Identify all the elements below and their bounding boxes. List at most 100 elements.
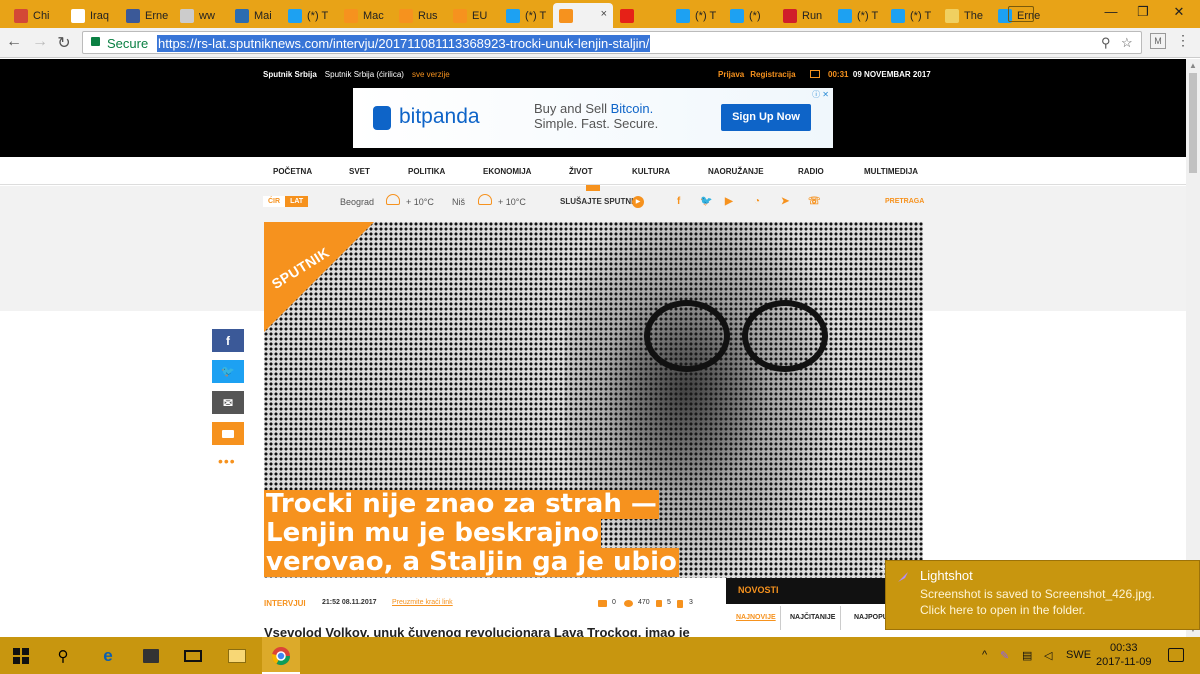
browser-tab-label: Mai [254,9,272,22]
nav-item[interactable]: ŽIVOT [569,167,593,176]
browser-tab[interactable] [614,3,669,28]
edition-label[interactable]: Sputnik Srbija [263,70,317,79]
page-scrollbar[interactable]: ▲ ▼ [1186,59,1200,637]
twitter-icon [676,8,690,23]
short-link[interactable]: Preuzmite kraći link [392,599,453,606]
new-tab-button[interactable] [1008,6,1034,22]
lightshot-notification[interactable]: Lightshot Screenshot is saved to Screens… [885,560,1200,630]
close-window-icon[interactable]: ✕ [1164,4,1194,20]
search-icon[interactable]: ⚲ [52,645,74,667]
nav-item[interactable]: EKONOMIJA [483,167,531,176]
browser-tab[interactable]: (*) [724,3,776,28]
browser-tab[interactable]: × [553,3,613,28]
ad-signup-button[interactable]: Sign Up Now [721,104,811,131]
tab-najpopularnije[interactable]: NAJPOPU [854,614,888,621]
article-hero-image[interactable]: SPUTNIK © Sputnik/ RIA Trocki nije znao … [264,222,923,578]
browser-tab[interactable]: (*) T [670,3,723,28]
nav-item[interactable]: NAORUŽANJE [708,167,764,176]
browser-tab-label: (*) T [525,9,547,22]
rss-icon[interactable]: ◔ [754,196,760,207]
article-category[interactable]: INTERVJUI [264,599,306,608]
browser-tab[interactable]: Erne [120,3,173,28]
browser-tab[interactable]: (*) T [885,3,938,28]
tray-chevron-icon[interactable]: ^ [982,649,987,661]
edge-icon[interactable]: e [97,645,119,667]
register-link[interactable]: Registracija [750,70,795,79]
search-link[interactable]: PRETRAGA [885,198,924,205]
browser-tab[interactable]: Mac [338,3,392,28]
tab-najnovije[interactable]: NAJNOVIJE [736,614,776,621]
ad-line1-highlight: Bitcoin. [610,101,654,116]
reload-icon[interactable]: ↻ [54,33,74,53]
views-icon [624,600,633,607]
chrome-menu-icon[interactable]: ⋮ [1176,32,1190,49]
facebook-icon[interactable]: f [677,196,680,207]
shares-icon [677,600,683,608]
extension-icon[interactable]: M [1150,33,1166,49]
chrome-icon[interactable] [270,645,292,667]
zoom-icon[interactable]: ⚲ [1101,35,1111,51]
browser-tab[interactable]: Chi [8,3,64,28]
edition-cyrillic-link[interactable]: Sputnik Srbija (ćirilica) [325,70,404,79]
login-link[interactable]: Prijava [718,70,744,79]
browser-tab[interactable]: Rus [393,3,446,28]
share-comment-button[interactable] [212,422,244,445]
browser-tab[interactable]: Iraq [65,3,119,28]
latin-toggle[interactable]: LAT [285,196,309,207]
nav-item[interactable]: POČETNA [273,167,312,176]
browser-tab[interactable]: (*) T [282,3,337,28]
forward-icon[interactable]: → [30,33,50,51]
share-more-button[interactable]: ••• [218,453,236,469]
share-facebook-button[interactable]: f [212,329,244,352]
browser-tab[interactable]: ww [174,3,228,28]
browser-tab[interactable]: (*) T [832,3,884,28]
browser-tab[interactable]: EU [447,3,499,28]
volume-icon[interactable]: ◁ [1044,649,1052,662]
browser-tab[interactable]: Mai [229,3,281,28]
mail-icon[interactable] [182,645,204,667]
lock-icon [91,37,100,46]
nav-item[interactable]: KULTURA [632,167,670,176]
address-bar[interactable]: Secure https://rs-lat.sputniknews.com/in… [82,31,1142,54]
scroll-thumb[interactable] [1189,73,1197,173]
tab-najcitanije[interactable]: NAJČITANIJE [790,614,835,621]
cyrillic-toggle[interactable]: ĆIR [263,196,286,207]
nav-item[interactable]: SVET [349,167,370,176]
bitpanda-ad[interactable]: bitpanda Buy and Sell Bitcoin. Simple. F… [353,88,833,148]
language-indicator[interactable]: SWE [1066,649,1091,661]
all-versions-link[interactable]: sve verzije [412,70,450,79]
logout-icon[interactable] [809,70,820,78]
browser-tab-label: Rus [418,9,438,22]
adchoices-icon[interactable]: ⓘ ✕ [812,89,829,100]
ad-brand: bitpanda [399,105,480,128]
nav-item[interactable]: POLITIKA [408,167,445,176]
browser-tab[interactable]: The [939,3,991,28]
lightshot-tray-icon[interactable]: ✎ [1000,649,1009,662]
url-text[interactable]: https://rs-lat.sputniknews.com/intervju/… [157,35,651,52]
action-center-icon[interactable] [1168,648,1184,662]
youtube-icon[interactable]: ▶ [725,196,733,207]
file-explorer-icon[interactable] [226,645,248,667]
browser-tab[interactable]: Run [777,3,831,28]
bookmark-star-icon[interactable]: ☆ [1121,35,1133,51]
twitter-icon[interactable]: 🐦 [700,196,712,207]
windows-start-icon[interactable] [10,645,32,667]
listen-sputnik-link[interactable]: SLUŠAJTE SPUTNIK [560,197,639,206]
scroll-up-icon[interactable]: ▲ [1189,61,1197,70]
share-email-button[interactable]: ✉ [212,391,244,414]
play-icon[interactable]: ▶ [632,196,644,208]
maximize-icon[interactable]: ❐ [1128,4,1158,20]
nav-item[interactable]: RADIO [798,167,824,176]
nav-item[interactable]: MULTIMEDIJA [864,167,918,176]
minimize-icon[interactable]: — [1096,4,1126,19]
telegram-icon[interactable]: ➤ [781,196,789,207]
share-twitter-button[interactable]: 🐦 [212,360,244,383]
store-icon[interactable] [140,645,162,667]
back-icon[interactable]: ← [4,33,24,51]
browser-tab[interactable]: (*) T [500,3,552,28]
browser-tab-label: (*) T [695,9,717,22]
viber-icon[interactable]: ☏ [808,196,821,207]
system-clock[interactable]: 00:33 2017-11-09 [1096,641,1151,669]
network-icon[interactable]: ▤ [1022,649,1032,662]
close-tab-icon[interactable]: × [601,8,607,20]
